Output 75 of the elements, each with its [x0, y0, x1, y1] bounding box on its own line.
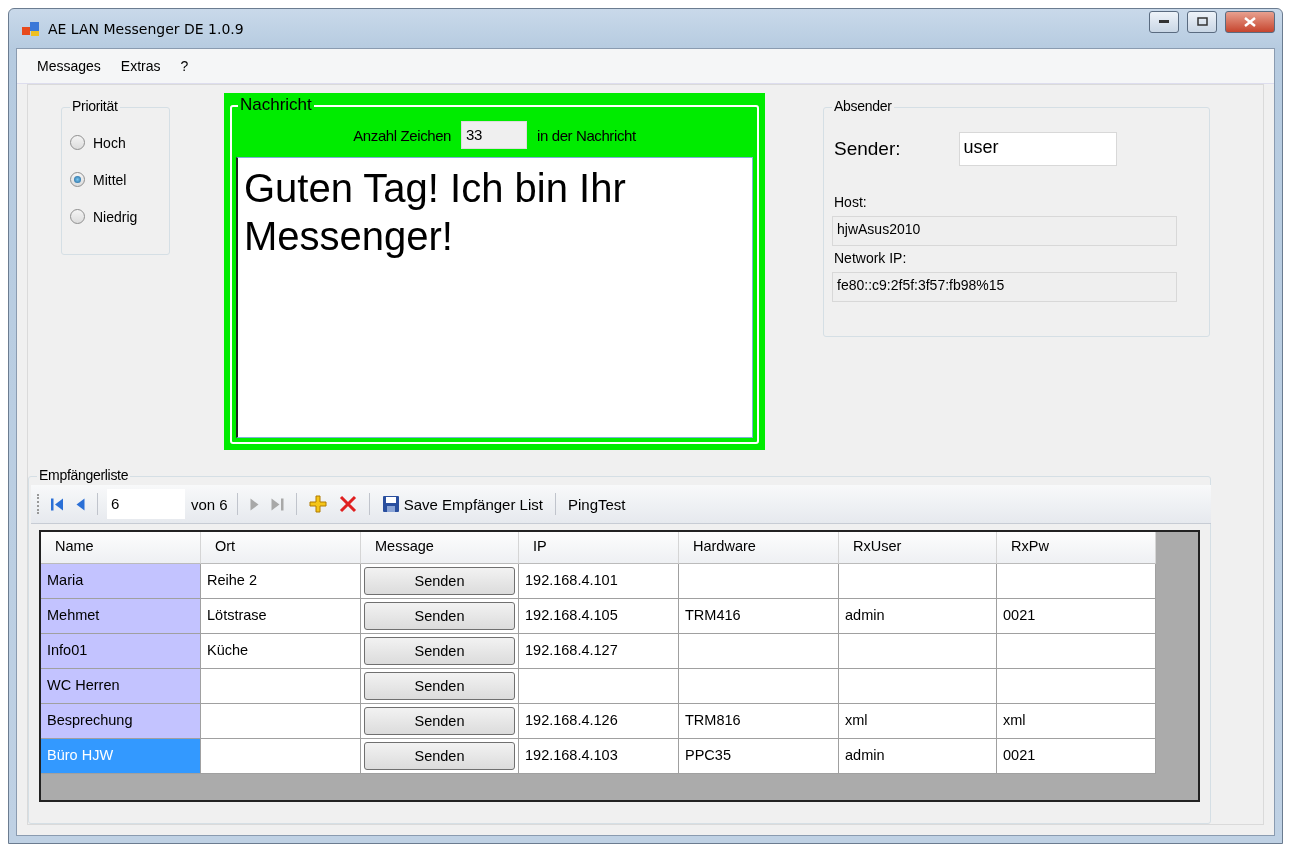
column-header[interactable]: RxUser — [839, 532, 997, 564]
triangle-right-icon — [249, 497, 259, 511]
table-cell: PPC35 — [679, 739, 839, 774]
table-cell: 192.168.4.105 — [519, 599, 679, 634]
sender-field[interactable]: user — [958, 132, 1117, 166]
table-cell: 192.168.4.103 — [519, 739, 679, 774]
table-cell: xml — [839, 704, 997, 739]
minimize-button[interactable] — [1149, 10, 1179, 33]
table-cell: 0021 — [997, 739, 1156, 774]
save-button[interactable]: Save Empfänger List — [378, 493, 546, 515]
group-title: Absender — [832, 98, 894, 114]
table-cell: 192.168.4.101 — [519, 564, 679, 599]
radio-label: Mittel — [93, 171, 127, 188]
column-header[interactable]: Message — [361, 532, 519, 564]
row-header-cell[interactable]: Besprechung — [41, 704, 201, 739]
position-field[interactable]: 6 — [107, 489, 185, 519]
send-button[interactable]: Senden — [364, 742, 515, 770]
table-cell: 192.168.4.127 — [519, 634, 679, 669]
row-header-cell[interactable]: Maria — [41, 564, 201, 599]
count-label: von 6 — [191, 495, 228, 513]
count-field: 33 — [461, 121, 528, 149]
ping-test-button[interactable]: PingTest — [564, 493, 629, 515]
row-header-cell[interactable]: Mehmet — [41, 599, 201, 634]
sender-label: Sender: — [833, 138, 901, 160]
row-header-cell[interactable]: Info01 — [41, 634, 201, 669]
table-cell: Reihe 2 — [201, 564, 361, 599]
window-title: AE LAN Messenger DE 1.0.9 — [48, 20, 245, 37]
count-label: Anzahl Zeichen — [353, 126, 452, 144]
send-button[interactable]: Senden — [364, 602, 515, 630]
host-field: hjwAsus2010 — [832, 216, 1177, 246]
column-header[interactable]: Ort — [201, 532, 361, 564]
column-header[interactable]: Hardware — [679, 532, 839, 564]
send-button[interactable]: Senden — [364, 637, 515, 665]
triangle-left-icon — [76, 497, 85, 511]
maximize-icon — [1196, 17, 1208, 26]
table-cell: admin — [839, 599, 997, 634]
table-cell: Lötstrase — [201, 599, 361, 634]
skip-back-icon — [51, 497, 64, 511]
table-cell: TRM816 — [679, 704, 839, 739]
radio-button[interactable] — [70, 172, 85, 187]
table-cell: Küche — [201, 634, 361, 669]
radio-button[interactable] — [70, 135, 85, 150]
row-header-cell[interactable]: WC Herren — [41, 669, 201, 704]
host-label: Host: — [833, 194, 868, 210]
group-title: Priorität — [70, 98, 120, 114]
menu-item[interactable]: Extras — [112, 55, 169, 77]
menu-item[interactable]: Messages — [29, 55, 109, 77]
maximize-button[interactable] — [1187, 10, 1217, 33]
ip-field: fe80::c9:2f5f:3f57:fb98%15 — [832, 272, 1177, 302]
radio-button[interactable] — [70, 209, 85, 224]
column-header[interactable]: RxPw — [997, 532, 1156, 564]
menu-item[interactable]: ? — [172, 55, 197, 77]
table-cell: TRM416 — [679, 599, 839, 634]
column-header[interactable]: IP — [519, 532, 679, 564]
group-title: Empfängerliste — [37, 467, 131, 483]
ip-label: Network IP: — [833, 250, 908, 266]
table-cell: admin — [839, 739, 997, 774]
close-icon — [1244, 16, 1256, 27]
send-button[interactable]: Senden — [364, 707, 515, 735]
message-text-area[interactable]: Guten Tag! Ich bin Ihr Messenger! — [236, 157, 753, 438]
plus-icon — [308, 495, 327, 513]
radio-label: Hoch — [93, 134, 126, 151]
count-suffix: in der Nachricht — [537, 126, 636, 144]
app-icon — [22, 20, 40, 37]
send-button[interactable]: Senden — [364, 567, 515, 595]
radio-label: Niedrig — [93, 208, 138, 225]
skip-forward-icon — [270, 497, 284, 511]
close-button[interactable] — [1225, 10, 1275, 33]
table-cell: xml — [997, 704, 1156, 739]
table-cell: 0021 — [997, 599, 1156, 634]
table-cell: 192.168.4.126 — [519, 704, 679, 739]
column-header[interactable]: Name — [41, 532, 201, 564]
close-icon — [338, 495, 357, 513]
minimize-icon — [1159, 20, 1169, 23]
send-button[interactable]: Senden — [364, 672, 515, 700]
